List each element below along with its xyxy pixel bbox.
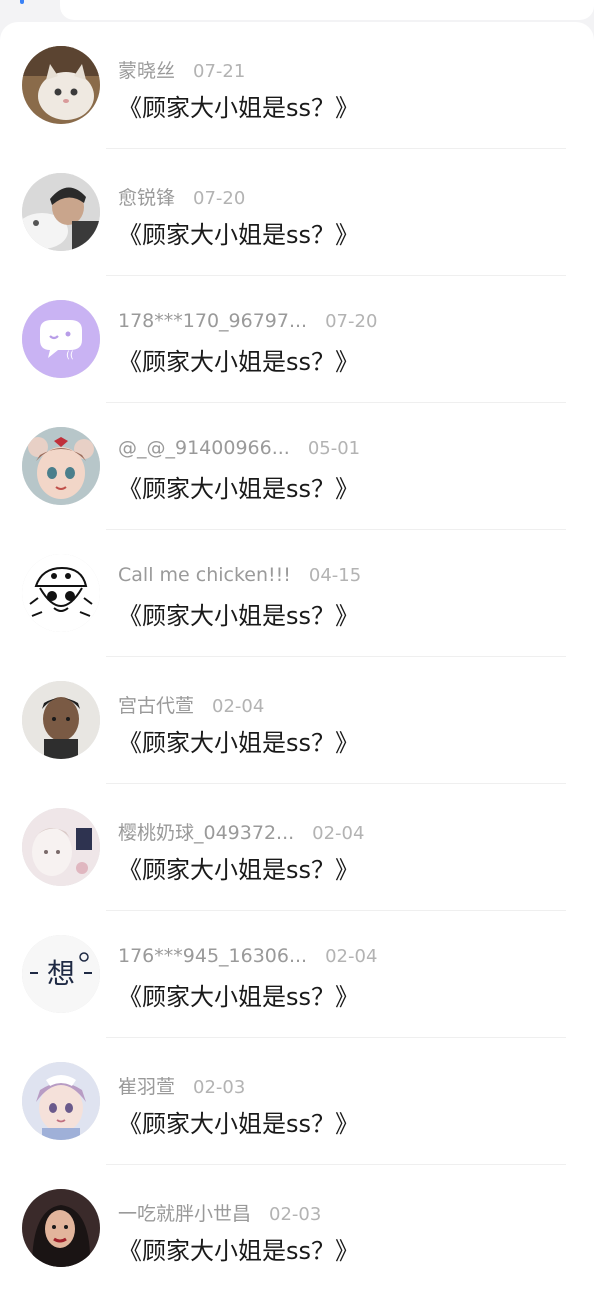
sender-name[interactable]: Call me chicken!!! [118, 564, 291, 586]
svg-text:想: 想 [47, 957, 75, 990]
message-text: 《顾家大小姐是ss？》 [118, 602, 360, 630]
accent-mark [20, 0, 24, 4]
message-date: 04-15 [308, 565, 362, 586]
sender-name[interactable]: 宫古代萱 [118, 695, 194, 717]
sender-name[interactable]: 崔羽萱 [118, 1076, 175, 1098]
avatar[interactable] [22, 427, 100, 505]
message-date: 07-20 [325, 311, 378, 332]
avatar[interactable]: (( [22, 300, 100, 378]
message-date: 05-01 [307, 438, 361, 459]
message-text: 《顾家大小姐是ss？》 [118, 221, 360, 249]
message-date: 02-04 [312, 823, 365, 844]
message-meta: 一吃就胖小世昌 02-03 [118, 1199, 322, 1225]
list-item[interactable]: 蒙晓丝 07-21 《顾家大小姐是ss？》 [0, 22, 594, 149]
message-meta: 176***945_16306... 02-04 [118, 945, 377, 969]
woman-photo-avatar-icon [22, 1189, 100, 1267]
message-list: 蒙晓丝 07-21 《顾家大小姐是ss？》 愈锐锋 07-20 《顾家大小姐是ss？… [0, 22, 594, 1292]
message-date: 02-04 [212, 696, 265, 717]
list-item[interactable]: 想 176***945_16306... 02-04 《顾家大小姐是ss？》 [0, 911, 594, 1038]
avatar[interactable]: 想 [22, 935, 100, 1013]
avatar[interactable] [22, 554, 100, 632]
sender-name[interactable]: 蒙晓丝 [118, 60, 175, 82]
chat-bubble-avatar-icon: (( [22, 300, 100, 378]
avatar[interactable] [22, 808, 100, 886]
list-item[interactable]: 樱桃奶球_049372... 02-04 《顾家大小姐是ss？》 [0, 784, 594, 911]
message-text: 《顾家大小姐是ss？》 [118, 475, 360, 503]
previous-card-edge [60, 0, 594, 20]
message-date: 07-21 [193, 61, 246, 82]
message-meta: 宫古代萱 02-04 [118, 691, 265, 717]
list-item[interactable]: Call me chicken!!! 04-15 《顾家大小姐是ss？》 [0, 530, 594, 657]
message-text: 《顾家大小姐是ss？》 [118, 856, 360, 884]
sender-name[interactable]: 愈锐锋 [118, 187, 175, 209]
message-date: 02-04 [325, 946, 378, 967]
avatar[interactable] [22, 173, 100, 251]
message-text: 《顾家大小姐是ss？》 [118, 1237, 360, 1265]
message-meta: Call me chicken!!! 04-15 [118, 564, 361, 588]
sender-name[interactable]: 176***945_16306... [118, 945, 307, 967]
message-text: 《顾家大小姐是ss？》 [118, 348, 360, 376]
svg-text:((: (( [66, 350, 74, 361]
message-meta: 蒙晓丝 07-21 [118, 56, 246, 82]
top-strip [0, 0, 594, 22]
pastel-illustration-avatar-icon [22, 808, 100, 886]
message-date: 02-03 [269, 1204, 322, 1225]
man-photo-avatar-icon [22, 173, 100, 251]
message-date: 02-03 [193, 1077, 246, 1098]
message-meta: 崔羽萱 02-03 [118, 1072, 246, 1098]
boy-photo-avatar-icon [22, 681, 100, 759]
list-item[interactable]: 愈锐锋 07-20 《顾家大小姐是ss？》 [0, 149, 594, 276]
avatar[interactable] [22, 1189, 100, 1267]
message-text: 《顾家大小姐是ss？》 [118, 729, 360, 757]
list-item[interactable]: (( 178***170_96797... 07-20 《顾家大小姐是ss？》 [0, 276, 594, 403]
message-meta: 愈锐锋 07-20 [118, 183, 246, 209]
message-meta: 178***170_96797... 07-20 [118, 310, 377, 334]
list-item[interactable]: 宫古代萱 02-04 《顾家大小姐是ss？》 [0, 657, 594, 784]
avatar[interactable] [22, 46, 100, 124]
sender-name[interactable]: @_@_91400966... [118, 437, 290, 459]
xiang-character-avatar-icon: 想 [22, 935, 100, 1013]
avatar[interactable] [22, 681, 100, 759]
avatar[interactable] [22, 1062, 100, 1140]
sender-name[interactable]: 178***170_96797... [118, 310, 307, 332]
sender-name[interactable]: 一吃就胖小世昌 [118, 1203, 251, 1225]
list-item[interactable]: 一吃就胖小世昌 02-03 《顾家大小姐是ss？》 [0, 1165, 594, 1292]
message-date: 07-20 [193, 188, 246, 209]
anime-girl-avatar-icon [22, 427, 100, 505]
message-text: 《顾家大小姐是ss？》 [118, 1110, 360, 1138]
list-item[interactable]: @_@_91400966... 05-01 《顾家大小姐是ss？》 [0, 403, 594, 530]
message-text: 《顾家大小姐是ss？》 [118, 983, 360, 1011]
sender-name[interactable]: 樱桃奶球_049372... [118, 822, 294, 844]
message-text: 《顾家大小姐是ss？》 [118, 94, 360, 122]
anime-princess-avatar-icon [22, 1062, 100, 1140]
sketch-character-avatar-icon [22, 554, 100, 632]
cat-photo-avatar-icon [22, 46, 100, 124]
message-meta: @_@_91400966... 05-01 [118, 437, 360, 461]
message-meta: 樱桃奶球_049372... 02-04 [118, 818, 365, 844]
list-item[interactable]: 崔羽萱 02-03 《顾家大小姐是ss？》 [0, 1038, 594, 1165]
